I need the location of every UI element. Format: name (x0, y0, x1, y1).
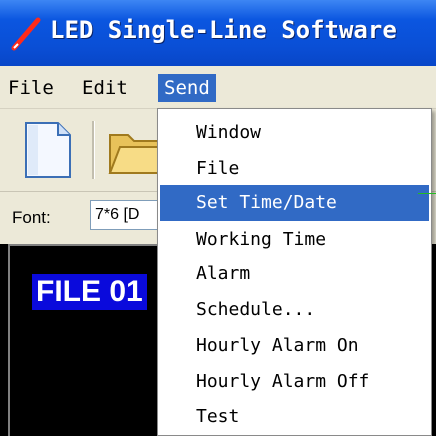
display-frame (8, 244, 168, 436)
menu-item-label: Test (196, 406, 240, 427)
pencil-icon (11, 17, 41, 51)
menu-send[interactable]: Send (158, 74, 216, 102)
toolbar-separator (92, 121, 95, 179)
menu-item-label: Window (196, 122, 262, 143)
menu-item-alarm[interactable]: Alarm (160, 256, 429, 292)
font-label: Font: (12, 208, 51, 227)
window-title: LED Single-Line Software (50, 16, 397, 44)
menu-file[interactable]: File (2, 74, 60, 102)
title-bar: LED Single-Line Software (0, 0, 436, 66)
menu-item-label: File (196, 158, 240, 179)
new-document-icon[interactable] (14, 117, 80, 183)
menu-bar: File Edit Send (0, 66, 436, 109)
menu-item-label: Alarm (196, 263, 251, 284)
menu-item-label: Hourly Alarm On (196, 335, 359, 356)
pointer-line (418, 193, 436, 194)
menu-item-schedule[interactable]: Schedule... (160, 292, 429, 328)
menu-item-window[interactable]: Window (160, 115, 429, 151)
menu-edit[interactable]: Edit (76, 74, 134, 102)
display-text: FILE 01 (32, 274, 147, 310)
menu-item-label: Working Time (196, 229, 327, 250)
menu-item-label: Set Time/Date (196, 192, 337, 213)
menu-item-test[interactable]: Test (160, 399, 429, 435)
menu-item-hourly-alarm-off[interactable]: Hourly Alarm Off (160, 364, 429, 400)
menu-item-label: Hourly Alarm Off (196, 371, 370, 392)
send-dropdown-menu: Window File Set Time/Date Working Time A… (157, 108, 432, 436)
menu-item-hourly-alarm-on[interactable]: Hourly Alarm On (160, 328, 429, 364)
menu-item-label: Schedule... (196, 299, 316, 320)
menu-item-set-time-date[interactable]: Set Time/Date (160, 185, 429, 221)
menu-item-working-time[interactable]: Working Time (160, 222, 429, 258)
menu-item-file[interactable]: File (160, 151, 429, 187)
